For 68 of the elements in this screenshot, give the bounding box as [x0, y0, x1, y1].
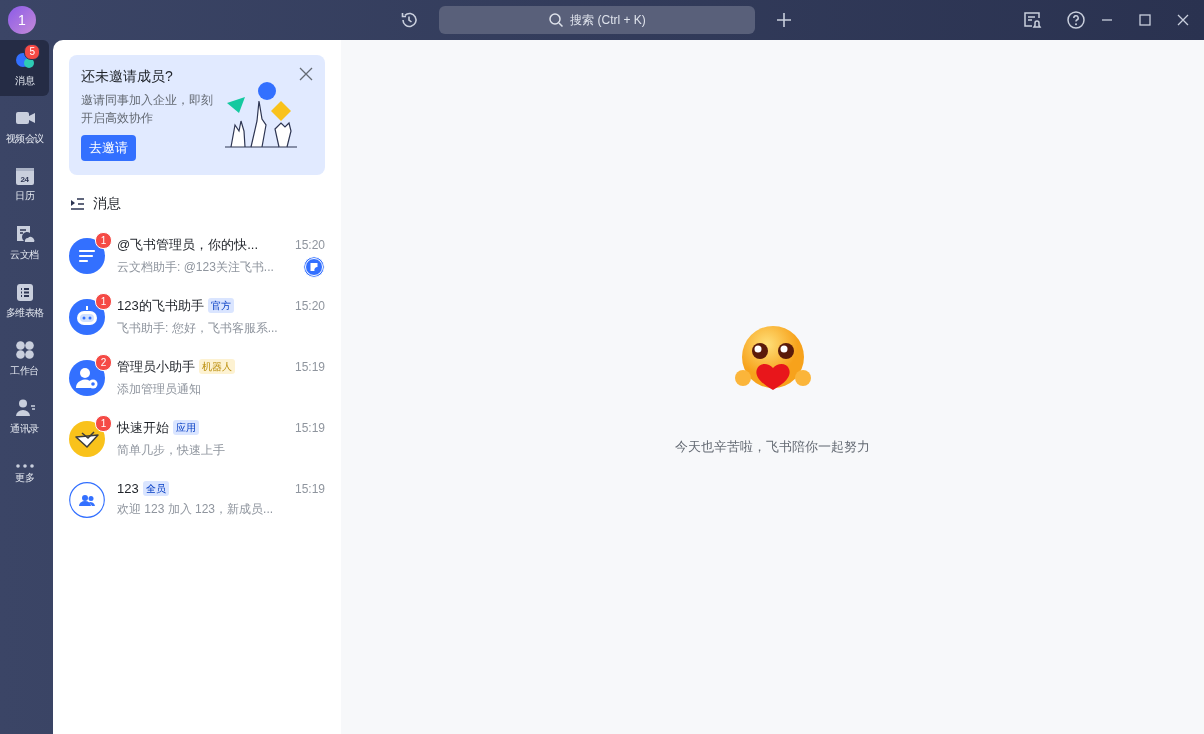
chat-title: 管理员小助手 [117, 357, 195, 376]
calendar-icon: 24 [14, 165, 35, 186]
nav-item[interactable]: 24 日历 [0, 156, 49, 212]
chat-item[interactable]: 123 全员 欢迎 123 加入 123，新成员... 15:19 [69, 469, 325, 530]
message-time: 15:19 [294, 360, 325, 374]
encouragement-text: 今天也辛苦啦，飞书陪你一起努力 [675, 438, 870, 456]
maximize-icon[interactable] [1138, 13, 1152, 27]
unread-badge: 1 [95, 231, 112, 249]
nav-item[interactable]: 通讯录 [0, 388, 49, 444]
chat-title: 快速开始 [117, 418, 169, 437]
nav-label: 消息 [15, 73, 34, 88]
document-lines-avatar [69, 237, 105, 274]
nav-item[interactable]: 云文档 [0, 214, 49, 270]
message-time: 15:19 [294, 421, 325, 435]
four-dots-grid-icon [13, 338, 36, 361]
chat-title: 123的飞书助手 [117, 296, 204, 315]
search-field[interactable]: 搜索 (Ctrl + K) [439, 6, 755, 34]
invite-button[interactable]: 去邀请 [81, 135, 136, 161]
message-time: 15:20 [294, 238, 325, 252]
search-icon [548, 12, 565, 28]
unread-badge: 1 [95, 292, 112, 310]
envelope-avatar [69, 420, 105, 457]
chat-item[interactable]: 2 管理员小助手 机器人 添加管理员通知 15:19 [69, 347, 325, 408]
message-preview: 添加管理员通知 [117, 380, 202, 398]
nav-label: 日历 [15, 188, 34, 203]
card-description: 邀请同事加入企业，即刻开启高效协作 [81, 92, 214, 127]
unread-badge: 5 [24, 44, 40, 60]
people-group-avatar [69, 481, 105, 518]
robot-avatar [69, 298, 105, 335]
nav-label: 视频会议 [5, 131, 44, 146]
message-time: 15:19 [294, 482, 325, 496]
raised-hands-drawing [225, 81, 297, 151]
nav-label: 云文档 [10, 247, 39, 262]
section-title: 消息 [93, 195, 121, 213]
chat-item[interactable]: 1 123的飞书助手 官方 飞书助手: 您好，飞书客服系... 15:20 [69, 286, 325, 347]
message-preview: 简单几步，快速上手 [117, 441, 226, 459]
plus-icon[interactable] [775, 11, 793, 29]
nav-item[interactable]: 消息 5 [0, 40, 49, 96]
chat-tag: 机器人 [199, 359, 235, 374]
nav-item[interactable]: 多维表格 [0, 272, 49, 328]
message-time: 15:20 [294, 299, 325, 313]
unread-badge: 2 [95, 353, 112, 371]
chat-tag: 全员 [142, 481, 169, 496]
unread-badge: 1 [95, 414, 112, 432]
message-preview: 欢迎 123 加入 123，新成员... [117, 501, 275, 518]
help-icon[interactable] [1066, 10, 1086, 30]
chat-item[interactable]: 1 快速开始 应用 简单几步，快速上手 15:19 [69, 408, 325, 469]
nav-item[interactable]: 工作台 [0, 330, 49, 386]
chat-title: 123 [117, 481, 139, 496]
more-dots-icon [15, 463, 34, 468]
history-icon[interactable] [399, 10, 419, 30]
message-preview: 飞书助手: 您好，飞书客服系... [117, 319, 279, 337]
close-icon[interactable] [299, 67, 313, 81]
chat-tag: 官方 [207, 298, 234, 313]
notification-list-icon[interactable] [1022, 10, 1042, 30]
nav-item[interactable]: 更多 [0, 446, 49, 502]
chat-title: @飞书管理员，你的快... [117, 235, 259, 254]
nav-label: 多维表格 [5, 305, 44, 320]
nav-label: 工作台 [10, 363, 39, 378]
chat-tag: 应用 [173, 420, 199, 435]
message-preview: 云文档助手: @123关注飞书... [117, 258, 275, 276]
nav-label: 通讯录 [10, 421, 39, 436]
chat-item[interactable]: 1 @飞书管理员，你的快... 云文档助手: @123关注飞书... 15:20 [69, 225, 325, 286]
card-title: 还未邀请成员? [81, 68, 173, 86]
filter-list-icon[interactable] [69, 197, 85, 211]
nav-item[interactable]: 视频会议 [0, 98, 49, 154]
person-gear-avatar [69, 359, 105, 396]
nav-label: 更多 [15, 470, 34, 485]
